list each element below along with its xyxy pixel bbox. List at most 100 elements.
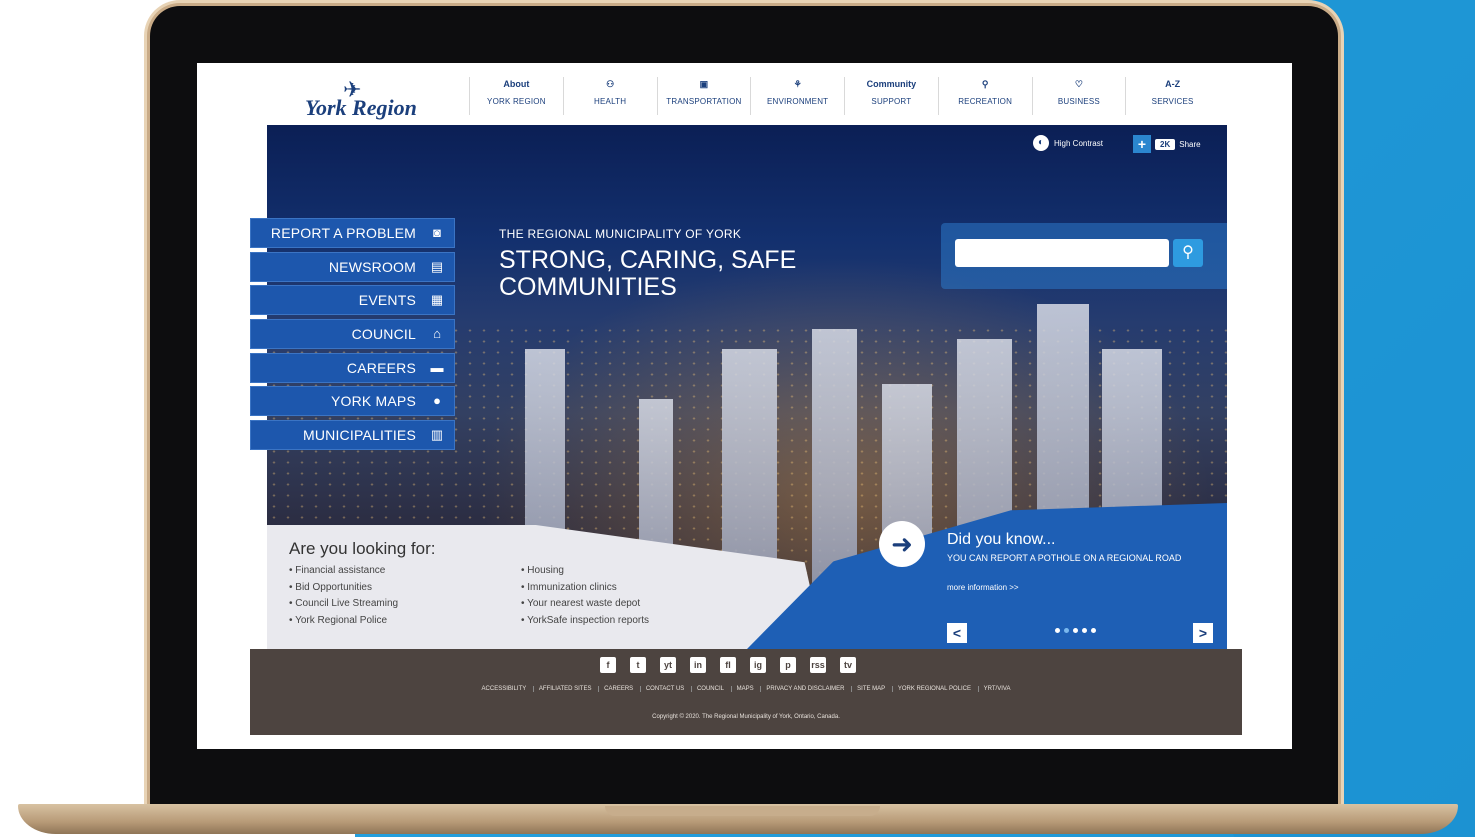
looking-for-link[interactable]: YorkSafe inspection reports (521, 613, 649, 630)
carousel-dots (1055, 628, 1096, 633)
quick-link-council[interactable]: COUNCIL ⌂ (250, 319, 455, 350)
carousel-dot[interactable] (1082, 628, 1087, 633)
environment-icon: ⚘ (793, 79, 802, 89)
bicycle-icon: ⚲ (981, 79, 989, 89)
health-icon: ⚇ (606, 79, 615, 89)
nav-health[interactable]: ⚇ HEALTH (562, 77, 657, 115)
footer-link[interactable]: CONTACT US (639, 686, 690, 692)
did-you-know-title: Did you know... (947, 531, 1056, 548)
nav-about[interactable]: About YORK REGION (469, 77, 563, 115)
footer-link[interactable]: MAPS (730, 686, 759, 692)
footer-link[interactable]: ACCESSIBILITY (477, 686, 532, 692)
flickr-icon[interactable]: fl (720, 657, 736, 673)
footer-link[interactable]: AFFILIATED SITES (532, 686, 597, 692)
quick-link-newsroom[interactable]: NEWSROOM ▤ (250, 251, 455, 282)
quick-link-label: EVENTS (358, 292, 416, 309)
nav-community[interactable]: Community SUPPORT (844, 77, 938, 115)
youtube-icon[interactable]: yt (660, 657, 676, 673)
share-widget[interactable]: + 2K Share (1133, 135, 1201, 153)
nav-environment[interactable]: ⚘ ENVIRONMENT (750, 77, 844, 115)
hero-title: STRONG, CARING, SAFE COMMUNITIES (499, 246, 797, 301)
footer-link[interactable]: YRT/VIVA (977, 686, 1016, 692)
nav-transportation[interactable]: ▣ TRANSPORTATION (656, 77, 751, 115)
share-label: Share (1179, 139, 1201, 149)
nav-about-top: About (503, 79, 530, 89)
site-logo[interactable]: ✈ York Region (305, 77, 425, 120)
carousel-dot-active[interactable] (1064, 628, 1069, 633)
looking-for-link[interactable]: Bid Opportunities (289, 580, 398, 597)
quick-link-label: NEWSROOM (328, 258, 416, 275)
did-you-know-text: YOU CAN REPORT A POTHOLE ON A REGIONAL R… (947, 553, 1182, 563)
high-contrast-toggle[interactable]: ◐ High Contrast (1033, 135, 1103, 151)
nav-community-top: Community (866, 79, 917, 89)
instagram-icon[interactable]: ig (750, 657, 766, 673)
pinterest-icon[interactable]: p (780, 657, 796, 673)
carousel-dot[interactable] (1073, 628, 1078, 633)
transportation-icon: ▣ (699, 79, 709, 89)
looking-for-link[interactable]: Your nearest waste depot (521, 596, 649, 613)
camera-icon: ◙ (433, 225, 441, 240)
nav-community-label: SUPPORT (871, 97, 912, 106)
nav-business[interactable]: ♡ BUSINESS (1031, 77, 1126, 115)
looking-for-link[interactable]: Housing (521, 563, 649, 580)
contrast-icon: ◐ (1033, 135, 1049, 151)
footer-link[interactable]: PRIVACY AND DISCLAIMER (760, 686, 850, 692)
nav-health-label: HEALTH (594, 97, 627, 106)
nav-recreation[interactable]: ⚲ RECREATION (937, 77, 1032, 115)
arrow-right-icon[interactable]: ➜ (879, 521, 925, 567)
quick-link-events[interactable]: EVENTS ▦ (250, 285, 455, 316)
looking-for-title: Are you looking for: (289, 539, 436, 558)
nav-services-label: SERVICES (1151, 97, 1194, 106)
hero-subtitle: THE REGIONAL MUNICIPALITY OF YORK (499, 227, 742, 241)
plus-icon: + (1133, 135, 1151, 153)
quick-link-careers[interactable]: CAREERS ▬ (250, 352, 455, 383)
copyright-text: Copyright © 2020. The Regional Municipal… (652, 714, 840, 720)
quick-link-york-maps[interactable]: YORK MAPS ● (250, 386, 455, 417)
quick-link-label: CAREERS (346, 359, 416, 376)
hero-tagline: THE REGIONAL MUNICIPALITY OF YORK STRONG… (499, 227, 839, 301)
briefcase-icon: ▬ (430, 359, 444, 375)
looking-for-link[interactable]: Financial assistance (289, 563, 398, 580)
nav-services-top: A-Z (1165, 79, 1181, 89)
looking-for-link[interactable]: York Regional Police (289, 613, 398, 630)
carousel-dot[interactable] (1055, 628, 1060, 633)
footer-link[interactable]: CAREERS (598, 686, 639, 692)
nav-about-label: YORK REGION (487, 97, 546, 106)
more-information-link[interactable]: more information >> (947, 583, 1019, 592)
linkedin-icon[interactable]: in (690, 657, 706, 673)
nav-transportation-label: TRANSPORTATION (666, 97, 742, 106)
nav-business-label: BUSINESS (1057, 97, 1100, 106)
footer-link[interactable]: SITE MAP (851, 686, 891, 692)
carousel-prev-button[interactable]: < (947, 623, 967, 643)
quick-link-label: YORK MAPS (330, 393, 416, 410)
carousel-dot[interactable] (1091, 628, 1096, 633)
quick-link-report-a-problem[interactable]: REPORT A PROBLEM ◙ (250, 218, 455, 248)
share-count: 2K (1155, 138, 1176, 150)
newspaper-icon: ▤ (430, 258, 444, 274)
search-button[interactable]: ⚲ (1173, 239, 1203, 267)
nav-services[interactable]: A-Z SERVICES (1125, 77, 1219, 115)
search-input[interactable] (955, 239, 1169, 267)
high-contrast-label: High Contrast (1054, 138, 1103, 148)
quick-link-label: REPORT A PROBLEM (270, 225, 416, 241)
tv-icon[interactable]: tv (840, 657, 856, 673)
footer-link[interactable]: COUNCIL (690, 686, 729, 692)
looking-for-link[interactable]: Council Live Streaming (289, 596, 398, 613)
handshake-icon: ♡ (1074, 79, 1083, 89)
city-icon: ▥ (430, 427, 444, 443)
quick-link-label: MUNICIPALITIES (302, 427, 416, 444)
quick-links: REPORT A PROBLEM ◙ NEWSROOM ▤ EVENTS ▦ C… (250, 218, 455, 454)
twitter-icon[interactable]: t (630, 657, 646, 673)
search-icon: ⚲ (1182, 244, 1194, 261)
map-pin-icon: ● (433, 393, 441, 409)
laptop-screen: ✈ York Region About YORK REGION ⚇ HEALTH… (197, 63, 1292, 749)
carousel-next-button[interactable]: > (1193, 623, 1213, 643)
footer-links: ACCESSIBILITY AFFILIATED SITES CAREERS C… (250, 686, 1242, 692)
rss-icon[interactable]: rss (810, 657, 826, 673)
facebook-icon[interactable]: f (600, 657, 616, 673)
laptop-notch (605, 806, 880, 816)
footer-link[interactable]: YORK REGIONAL POLICE (891, 686, 976, 692)
quick-link-municipalities[interactable]: MUNICIPALITIES ▥ (250, 420, 455, 451)
looking-for-list-1: Financial assistance Bid Opportunities C… (289, 563, 398, 629)
looking-for-link[interactable]: Immunization clinics (521, 580, 649, 597)
